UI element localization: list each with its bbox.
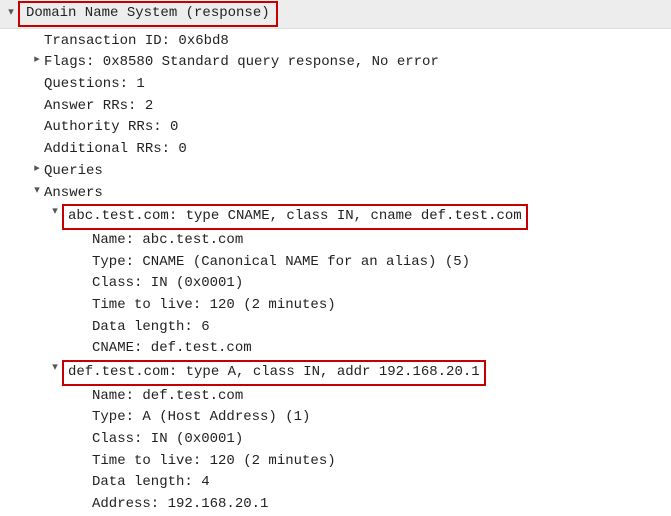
- field-text: Address: 192.168.20.1: [92, 494, 268, 516]
- dns-root-row[interactable]: ▾ Domain Name System (response): [0, 0, 671, 29]
- answer-field-data-length[interactable]: ▾ Data length: 4: [0, 472, 671, 494]
- field-text: Time to live: 120 (2 minutes): [92, 295, 336, 317]
- spacer: ▾: [30, 117, 44, 134]
- spacer: ▾: [78, 252, 92, 269]
- field-flags[interactable]: ▸ Flags: 0x8580 Standard query response,…: [0, 52, 671, 74]
- field-text: Questions: 1: [44, 74, 145, 96]
- spacer: ▾: [78, 338, 92, 355]
- chevron-down-icon[interactable]: ▾: [30, 183, 44, 200]
- dns-root-label: Domain Name System (response): [18, 1, 278, 27]
- spacer: ▾: [78, 494, 92, 511]
- answer-field-ttl[interactable]: ▾ Time to live: 120 (2 minutes): [0, 451, 671, 473]
- field-text: Authority RRs: 0: [44, 117, 178, 139]
- answer-field-name[interactable]: ▾ Name: abc.test.com: [0, 230, 671, 252]
- spacer: ▾: [30, 31, 44, 48]
- spacer: ▾: [78, 230, 92, 247]
- answer-field-class[interactable]: ▾ Class: IN (0x0001): [0, 273, 671, 295]
- chevron-down-icon: ▾: [4, 5, 18, 22]
- spacer: ▾: [78, 407, 92, 424]
- field-text: Data length: 4: [92, 472, 210, 494]
- answer-summary: def.test.com: type A, class IN, addr 192…: [62, 360, 486, 386]
- answer-field-data-length[interactable]: ▾ Data length: 6: [0, 317, 671, 339]
- field-text: Transaction ID: 0x6bd8: [44, 31, 229, 53]
- spacer: ▾: [30, 74, 44, 91]
- spacer: ▾: [30, 96, 44, 113]
- field-answer-rrs[interactable]: ▾ Answer RRs: 2: [0, 96, 671, 118]
- field-answers[interactable]: ▾ Answers: [0, 183, 671, 205]
- dns-tree: ▾ Transaction ID: 0x6bd8 ▸ Flags: 0x8580…: [0, 29, 671, 516]
- spacer: ▾: [78, 451, 92, 468]
- answer-field-value[interactable]: ▾ Address: 192.168.20.1: [0, 494, 671, 516]
- spacer: ▾: [78, 295, 92, 312]
- chevron-down-icon[interactable]: ▾: [48, 360, 62, 377]
- spacer: ▾: [78, 273, 92, 290]
- answer-row[interactable]: ▾ abc.test.com: type CNAME, class IN, cn…: [0, 204, 671, 230]
- field-text: Answer RRs: 2: [44, 96, 153, 118]
- spacer: ▾: [78, 386, 92, 403]
- chevron-right-icon[interactable]: ▸: [30, 161, 44, 178]
- field-text: Name: abc.test.com: [92, 230, 243, 252]
- answer-row[interactable]: ▾ def.test.com: type A, class IN, addr 1…: [0, 360, 671, 386]
- field-questions[interactable]: ▾ Questions: 1: [0, 74, 671, 96]
- field-authority-rrs[interactable]: ▾ Authority RRs: 0: [0, 117, 671, 139]
- field-text: Class: IN (0x0001): [92, 273, 243, 295]
- field-text: Flags: 0x8580 Standard query response, N…: [44, 52, 439, 74]
- field-text: CNAME: def.test.com: [92, 338, 252, 360]
- spacer: ▾: [78, 317, 92, 334]
- field-text: Name: def.test.com: [92, 386, 243, 408]
- field-text: Type: CNAME (Canonical NAME for an alias…: [92, 252, 470, 274]
- field-transaction-id[interactable]: ▾ Transaction ID: 0x6bd8: [0, 31, 671, 53]
- field-text: Type: A (Host Address) (1): [92, 407, 310, 429]
- answer-field-class[interactable]: ▾ Class: IN (0x0001): [0, 429, 671, 451]
- answer-field-type[interactable]: ▾ Type: A (Host Address) (1): [0, 407, 671, 429]
- field-text: Answers: [44, 183, 103, 205]
- field-text: Data length: 6: [92, 317, 210, 339]
- field-text: Time to live: 120 (2 minutes): [92, 451, 336, 473]
- answer-field-value[interactable]: ▾ CNAME: def.test.com: [0, 338, 671, 360]
- chevron-right-icon[interactable]: ▸: [30, 52, 44, 69]
- field-queries[interactable]: ▸ Queries: [0, 161, 671, 183]
- spacer: ▾: [30, 139, 44, 156]
- chevron-down-icon[interactable]: ▾: [48, 204, 62, 221]
- spacer: ▾: [78, 429, 92, 446]
- answer-field-ttl[interactable]: ▾ Time to live: 120 (2 minutes): [0, 295, 671, 317]
- answer-field-name[interactable]: ▾ Name: def.test.com: [0, 386, 671, 408]
- spacer: ▾: [78, 472, 92, 489]
- field-text: Additional RRs: 0: [44, 139, 187, 161]
- field-text: Queries: [44, 161, 103, 183]
- field-text: Class: IN (0x0001): [92, 429, 243, 451]
- answer-field-type[interactable]: ▾ Type: CNAME (Canonical NAME for an ali…: [0, 252, 671, 274]
- answer-summary: abc.test.com: type CNAME, class IN, cnam…: [62, 204, 528, 230]
- field-additional-rrs[interactable]: ▾ Additional RRs: 0: [0, 139, 671, 161]
